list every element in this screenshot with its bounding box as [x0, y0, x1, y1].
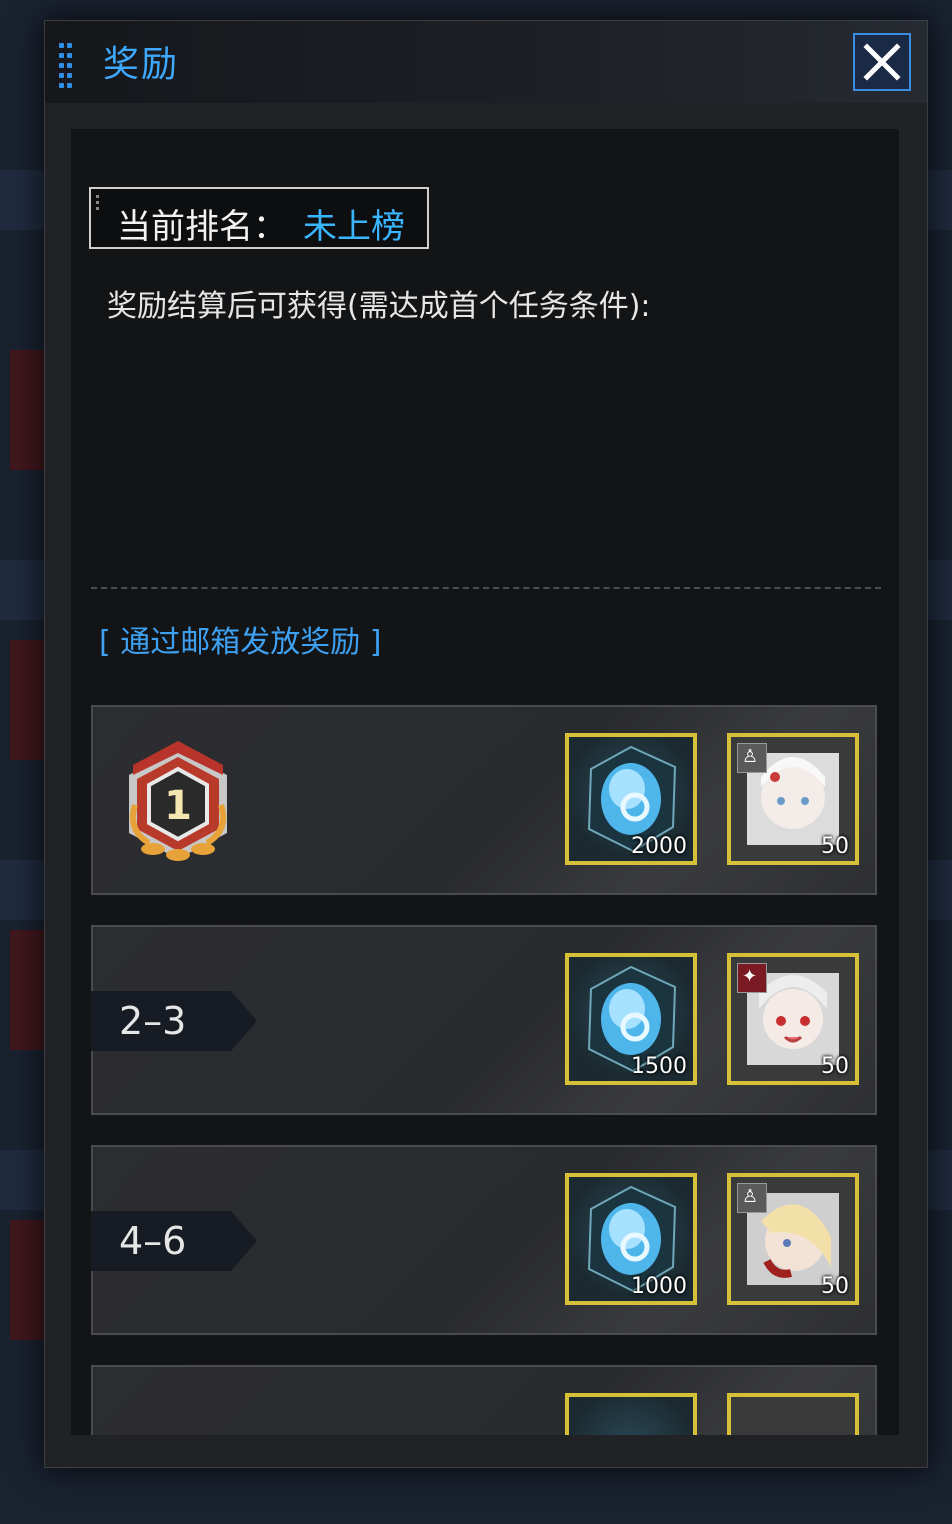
- title-bar: 奖励: [45, 21, 927, 103]
- reward-item-character-piece[interactable]: ✦ 50: [727, 953, 859, 1085]
- reward-count: 2000: [631, 834, 687, 859]
- reward-row-rank-2-3: 2–3 1500 ✦ 50: [91, 925, 877, 1115]
- rank-range-tag: 2–3: [91, 991, 257, 1051]
- reward-row-partial: [91, 1365, 877, 1435]
- drag-grip-icon: [59, 43, 77, 89]
- reward-item-gem[interactable]: 2000: [565, 733, 697, 865]
- reward-item-character-piece[interactable]: [727, 1393, 859, 1435]
- reward-count: 50: [821, 834, 849, 859]
- piece-type-icon: ✦: [737, 963, 767, 993]
- rank-range-tag: 4–6: [91, 1211, 257, 1271]
- reward-count: 1500: [631, 1054, 687, 1079]
- mail-delivery-label: [ 通过邮箱发放奖励 ]: [99, 625, 382, 660]
- reward-row-rank-1: 1 2000 ♙ 50: [91, 705, 877, 895]
- rank-value: 未上榜: [303, 207, 405, 247]
- svg-text:1: 1: [164, 783, 192, 829]
- dialog-title: 奖励: [103, 44, 180, 85]
- reward-item-character-piece[interactable]: ♙ 50: [727, 733, 859, 865]
- reward-count: 50: [821, 1054, 849, 1079]
- reward-dialog: 奖励 当前排名： 未上榜 奖励结算后可获得(需达成首个任务条件): [ 通过邮箱…: [44, 20, 928, 1468]
- piece-type-icon: ♙: [737, 1183, 767, 1213]
- rank-range-label: 4–6: [119, 1219, 187, 1263]
- reward-item-gem[interactable]: [565, 1393, 697, 1435]
- rank-1-badge-icon: 1: [129, 741, 227, 861]
- reward-item-gem[interactable]: 1000: [565, 1173, 697, 1305]
- rank-range-label: 2–3: [119, 999, 187, 1043]
- piece-type-icon: ♙: [737, 743, 767, 773]
- close-icon: [863, 43, 901, 81]
- current-rank-box: 当前排名： 未上榜: [89, 187, 429, 249]
- reward-item-character-piece[interactable]: ♙ 50: [727, 1173, 859, 1305]
- reward-row-rank-4-6: 4–6 1000 ♙ 50: [91, 1145, 877, 1335]
- reward-count: 50: [821, 1274, 849, 1299]
- reward-description: 奖励结算后可获得(需达成首个任务条件):: [107, 289, 651, 324]
- rank-label: 当前排名：: [117, 207, 287, 247]
- close-button[interactable]: [853, 33, 911, 91]
- divider: [91, 587, 881, 589]
- reward-item-gem[interactable]: 1500: [565, 953, 697, 1085]
- reward-count: 1000: [631, 1274, 687, 1299]
- reward-panel: 当前排名： 未上榜 奖励结算后可获得(需达成首个任务条件): [ 通过邮箱发放奖…: [71, 129, 899, 1435]
